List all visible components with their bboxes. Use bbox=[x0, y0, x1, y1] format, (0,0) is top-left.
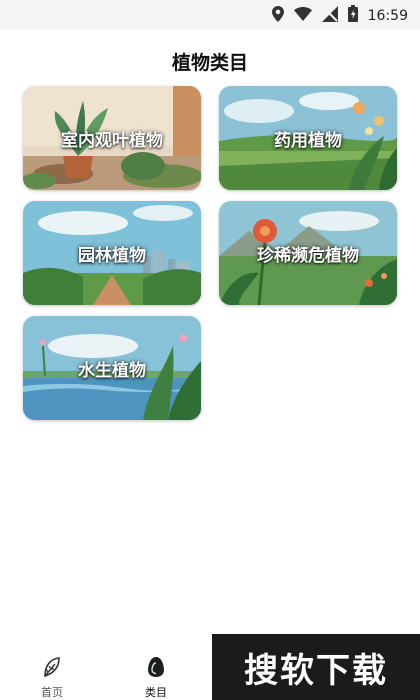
category-label: 药用植物 bbox=[274, 130, 342, 151]
category-label: 园林植物 bbox=[78, 245, 146, 266]
tab-home[interactable]: 首页 bbox=[22, 656, 82, 700]
status-icons: 16:59 bbox=[271, 5, 408, 26]
page-title: 植物类目 bbox=[171, 52, 248, 74]
signal-icon bbox=[321, 5, 338, 26]
battery-icon bbox=[347, 5, 358, 26]
tab-category-label: 类目 bbox=[145, 686, 167, 699]
category-label: 珍稀濒危植物 bbox=[257, 245, 359, 266]
wifi-icon bbox=[293, 6, 312, 25]
category-label: 室内观叶植物 bbox=[61, 130, 163, 151]
egg-icon bbox=[126, 656, 186, 682]
category-label: 水生植物 bbox=[78, 360, 146, 381]
category-card-garden[interactable]: 园林植物 bbox=[23, 201, 201, 305]
category-card-aquatic[interactable]: 水生植物 bbox=[23, 316, 201, 420]
category-card-medicinal[interactable]: 药用植物 bbox=[219, 86, 397, 190]
status-bar: 16:59 bbox=[0, 0, 420, 30]
tab-home-label: 首页 bbox=[41, 686, 63, 699]
category-card-indoor-foliage[interactable]: 室内观叶植物 bbox=[23, 86, 201, 190]
watermark-overlay: 搜软下载 bbox=[212, 634, 420, 700]
category-card-rare-endangered[interactable]: 珍稀濒危植物 bbox=[219, 201, 397, 305]
leaf-icon bbox=[22, 656, 82, 682]
status-time: 16:59 bbox=[367, 7, 408, 24]
location-icon bbox=[271, 5, 284, 26]
tab-category[interactable]: 类目 bbox=[126, 656, 186, 700]
